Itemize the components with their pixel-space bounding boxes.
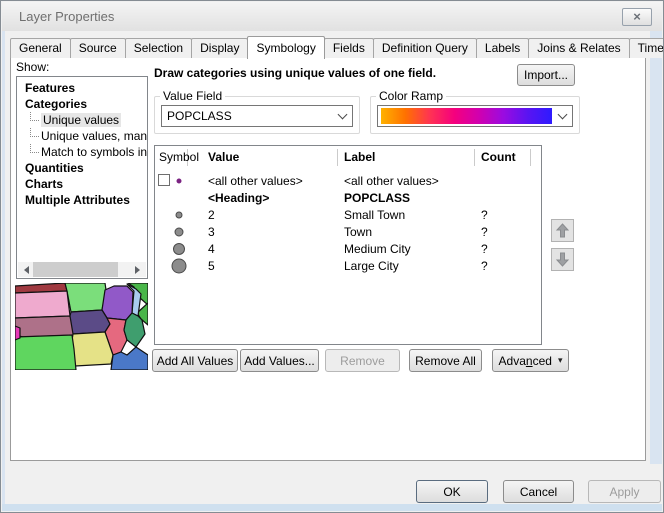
move-up-button[interactable] xyxy=(551,219,574,242)
tree-item-unique-values-many[interactable]: Unique values, many xyxy=(17,128,147,144)
all-other-values-symbol-icon[interactable] xyxy=(177,178,182,183)
tab-strip: General Source Selection Display Symbolo… xyxy=(10,36,664,58)
tab-labels[interactable]: Labels xyxy=(476,38,529,58)
tab-display[interactable]: Display xyxy=(191,38,248,58)
map-preview xyxy=(15,283,148,370)
table-row[interactable]: 5 Large City ? xyxy=(155,257,541,274)
close-icon: × xyxy=(633,9,641,24)
value-field-dropdown[interactable]: POPCLASS xyxy=(161,105,353,127)
table-row[interactable]: <Heading> POPCLASS xyxy=(155,189,541,206)
ok-button[interactable]: OK xyxy=(416,480,488,503)
table-row[interactable]: 2 Small Town ? xyxy=(155,206,541,223)
close-button[interactable]: × xyxy=(622,8,652,26)
tree-item-multiple-attributes[interactable]: Multiple Attributes xyxy=(17,192,147,208)
column-header-label[interactable]: Label xyxy=(338,149,475,166)
class-symbol-icon[interactable] xyxy=(176,211,183,218)
remove-all-button[interactable]: Remove All xyxy=(409,349,482,372)
symbol-table-body: <all other values> <all other values> <H… xyxy=(155,168,541,274)
tree-connector-icon xyxy=(30,112,39,121)
table-row[interactable]: 3 Town ? xyxy=(155,223,541,240)
remove-button: Remove xyxy=(325,349,400,372)
tree-connector-icon xyxy=(30,144,39,153)
class-symbol-icon[interactable] xyxy=(173,243,185,255)
value-field-group-label: Value Field xyxy=(160,89,225,103)
move-down-button[interactable] xyxy=(551,248,574,271)
map-preview-image xyxy=(15,283,148,370)
column-header-symbol[interactable]: Symbol xyxy=(155,149,188,166)
tab-definition-query[interactable]: Definition Query xyxy=(373,38,477,58)
tab-symbology[interactable]: Symbology xyxy=(247,36,324,59)
add-all-values-button[interactable]: Add All Values xyxy=(152,349,238,372)
title-bar[interactable]: Layer Properties × xyxy=(2,2,662,31)
scroll-left-icon xyxy=(20,266,29,274)
show-tree-listbox: Features Categories Unique values Unique… xyxy=(16,76,148,279)
scroll-left-button[interactable] xyxy=(18,262,33,277)
column-header-value[interactable]: Value xyxy=(188,149,338,166)
class-symbol-icon[interactable] xyxy=(172,258,187,273)
cancel-button[interactable]: Cancel xyxy=(503,480,574,503)
tab-source[interactable]: Source xyxy=(70,38,126,58)
column-header-count[interactable]: Count xyxy=(475,149,531,166)
chevron-down-icon[interactable] xyxy=(332,115,352,118)
symbol-table-header: Symbol Value Label Count xyxy=(155,146,541,168)
advanced-button[interactable]: Advanced ▾ xyxy=(492,349,569,372)
value-field-selected-value: POPCLASS xyxy=(162,109,332,123)
layer-properties-dialog: Layer Properties × General Source Select… xyxy=(0,0,664,513)
down-arrow-icon xyxy=(554,251,571,268)
chevron-down-icon[interactable] xyxy=(552,115,572,118)
add-values-button[interactable]: Add Values... xyxy=(240,349,319,372)
table-row[interactable]: <all other values> <all other values> xyxy=(155,172,541,189)
symbology-tab-page: Show: Features Categories Unique values … xyxy=(10,57,646,461)
color-ramp-swatch xyxy=(381,108,552,124)
color-ramp-dropdown[interactable] xyxy=(377,105,573,127)
scrollbar-thumb[interactable] xyxy=(32,262,118,277)
tab-fields[interactable]: Fields xyxy=(324,38,374,58)
tree-item-charts[interactable]: Charts xyxy=(17,176,147,192)
symbol-table: Symbol Value Label Count <all other valu… xyxy=(154,145,542,345)
show-label: Show: xyxy=(16,60,49,74)
column-header-filler xyxy=(531,149,541,166)
tree-item-categories[interactable]: Categories xyxy=(17,96,147,112)
tree-item-quantities[interactable]: Quantities xyxy=(17,160,147,176)
tab-selection[interactable]: Selection xyxy=(125,38,192,58)
dialog-frame-bottom xyxy=(2,504,662,511)
value-field-group: Value Field POPCLASS xyxy=(154,89,360,134)
color-ramp-group: Color Ramp xyxy=(370,89,580,134)
tab-joins-relates[interactable]: Joins & Relates xyxy=(528,38,629,58)
table-row[interactable]: 4 Medium City ? xyxy=(155,240,541,257)
dialog-frame-left xyxy=(2,30,5,511)
apply-button: Apply xyxy=(588,480,661,503)
up-arrow-icon xyxy=(554,222,571,239)
scroll-right-button[interactable] xyxy=(131,262,146,277)
class-symbol-icon[interactable] xyxy=(175,227,184,236)
tree-connector-icon xyxy=(30,128,39,137)
listbox-horizontal-scrollbar[interactable] xyxy=(18,262,146,277)
color-ramp-group-label: Color Ramp xyxy=(376,89,446,103)
all-other-values-checkbox[interactable] xyxy=(158,174,170,186)
tree-item-match-symbols[interactable]: Match to symbols in a xyxy=(17,144,147,160)
tree-item-features[interactable]: Features xyxy=(17,80,147,96)
tab-general[interactable]: General xyxy=(10,38,71,58)
draw-method-description: Draw categories using unique values of o… xyxy=(154,66,436,80)
tab-time[interactable]: Time xyxy=(629,38,664,58)
dialog-frame-right xyxy=(650,30,662,464)
import-button[interactable]: Import... xyxy=(517,64,575,86)
dropdown-arrow-icon: ▾ xyxy=(558,355,563,366)
window-title: Layer Properties xyxy=(19,9,114,24)
tree-item-unique-values[interactable]: Unique values xyxy=(17,112,147,128)
scroll-right-icon xyxy=(135,266,144,274)
